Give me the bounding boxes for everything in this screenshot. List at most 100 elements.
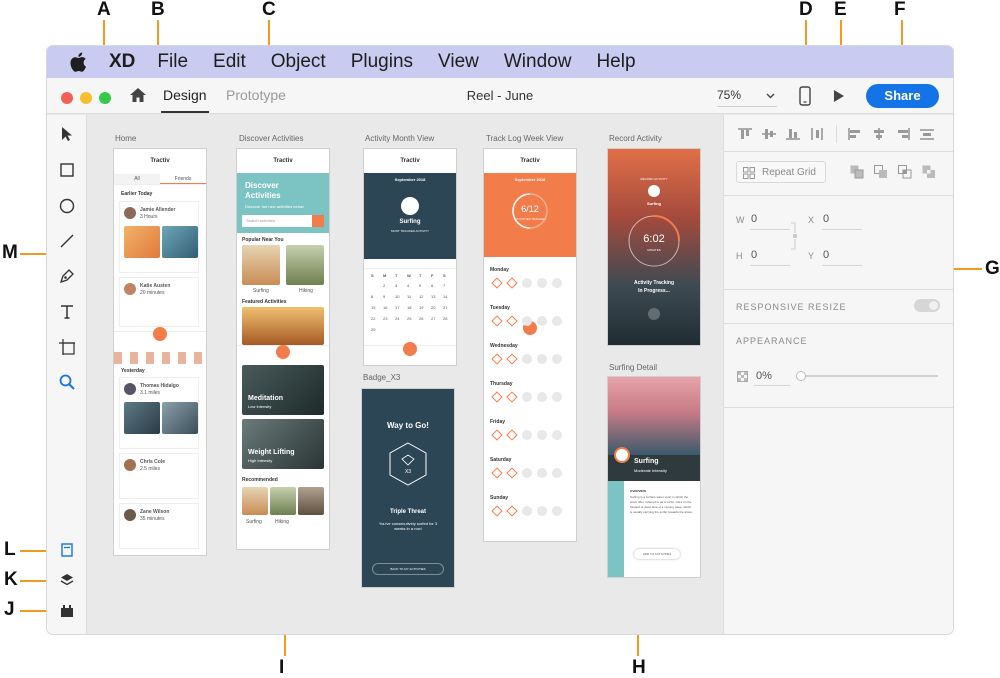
- month-date-cell[interactable]: 26: [419, 316, 423, 321]
- week-empty-slot[interactable]: [522, 392, 532, 402]
- month-fab[interactable]: [403, 342, 417, 356]
- month-date-cell[interactable]: 7: [443, 283, 445, 288]
- exclude-icon[interactable]: [922, 165, 936, 179]
- align-center-icon[interactable]: [872, 128, 886, 140]
- week-empty-slot[interactable]: [537, 316, 547, 326]
- week-empty-slot[interactable]: [552, 278, 562, 288]
- week-activity-diamond[interactable]: [506, 353, 518, 365]
- week-activity-diamond[interactable]: [506, 467, 518, 479]
- close-window-button[interactable]: [61, 92, 73, 104]
- plugins-panel-button[interactable]: [56, 600, 78, 622]
- artboard-detail[interactable]: Surfing Moderate Intensity OVERVIEW Surf…: [608, 377, 700, 577]
- week-activity-diamond[interactable]: [491, 277, 503, 289]
- month-date-cell[interactable]: 28: [443, 316, 447, 321]
- week-empty-slot[interactable]: [522, 278, 532, 288]
- add-icon[interactable]: [850, 165, 864, 179]
- week-empty-slot[interactable]: [537, 278, 547, 288]
- home-post-1[interactable]: Jamie Allender 3 Hours: [119, 201, 199, 273]
- discover-search[interactable]: Search activities: [242, 215, 324, 227]
- align-right-icon[interactable]: [896, 128, 910, 140]
- intersect-icon[interactable]: [898, 165, 912, 179]
- month-date-cell[interactable]: 29: [371, 327, 375, 332]
- home-icon[interactable]: [129, 87, 147, 103]
- apple-icon[interactable]: [69, 52, 87, 72]
- month-date-cell[interactable]: 10: [395, 294, 399, 299]
- week-activity-diamond[interactable]: [506, 429, 518, 441]
- month-date-cell[interactable]: 15: [371, 305, 375, 310]
- month-date-cell[interactable]: 12: [419, 294, 423, 299]
- artboard-record[interactable]: RECORD ACTIVITY Surfing 6:02 MINUTES Act…: [608, 149, 700, 345]
- week-activity-diamond[interactable]: [506, 391, 518, 403]
- week-empty-slot[interactable]: [552, 506, 562, 516]
- month-date-cell[interactable]: 14: [443, 294, 447, 299]
- detail-add-button[interactable]: ADD TO ACTIVITIES: [634, 549, 680, 559]
- home-post-4[interactable]: Chris Cole 2.5 miles: [119, 453, 199, 499]
- home-tab-all[interactable]: All: [114, 174, 160, 184]
- month-date-cell[interactable]: 27: [431, 316, 435, 321]
- pen-tool[interactable]: [56, 265, 78, 287]
- week-empty-slot[interactable]: [522, 506, 532, 516]
- month-date-cell[interactable]: 25: [407, 316, 411, 321]
- canvas[interactable]: Home Tractiv All Friends Earlier Today J…: [87, 115, 723, 634]
- width-value[interactable]: 0: [751, 213, 757, 225]
- month-date-cell[interactable]: 4: [407, 283, 409, 288]
- month-date-cell[interactable]: 20: [431, 305, 435, 310]
- month-date-cell[interactable]: 16: [383, 305, 387, 310]
- month-date-cell[interactable]: 3: [395, 283, 397, 288]
- month-date-cell[interactable]: 13: [431, 294, 435, 299]
- menu-window[interactable]: Window: [504, 51, 572, 73]
- rectangle-tool[interactable]: [56, 159, 78, 181]
- week-activity-diamond[interactable]: [491, 315, 503, 327]
- align-top-icon[interactable]: [738, 128, 752, 140]
- week-empty-slot[interactable]: [522, 354, 532, 364]
- month-date-cell[interactable]: 22: [371, 316, 375, 321]
- week-empty-slot[interactable]: [522, 468, 532, 478]
- week-activity-diamond[interactable]: [506, 277, 518, 289]
- week-empty-slot[interactable]: [522, 316, 532, 326]
- week-empty-slot[interactable]: [552, 468, 562, 478]
- week-activity-diamond[interactable]: [491, 505, 503, 517]
- week-empty-slot[interactable]: [552, 354, 562, 364]
- align-middle-icon[interactable]: [762, 128, 776, 140]
- artboard-month[interactable]: Tractiv September 2018 Surfing MOST TRAC…: [364, 149, 456, 365]
- line-tool[interactable]: [56, 230, 78, 252]
- opacity-value[interactable]: 0%: [756, 370, 772, 382]
- month-date-cell[interactable]: 6: [431, 283, 433, 288]
- repeat-grid-button[interactable]: Repeat Grid: [736, 161, 826, 183]
- week-activity-diamond[interactable]: [506, 505, 518, 517]
- week-empty-slot[interactable]: [552, 316, 562, 326]
- menu-help[interactable]: Help: [596, 51, 635, 73]
- week-activity-diamond[interactable]: [491, 391, 503, 403]
- distribute-horizontal-icon[interactable]: [920, 128, 934, 140]
- month-date-cell[interactable]: 17: [395, 305, 399, 310]
- week-empty-slot[interactable]: [552, 392, 562, 402]
- play-icon[interactable]: [833, 89, 845, 103]
- home-fab[interactable]: [153, 327, 167, 341]
- week-empty-slot[interactable]: [537, 506, 547, 516]
- week-activity-diamond[interactable]: [506, 315, 518, 327]
- week-activity-diamond[interactable]: [491, 429, 503, 441]
- artboard-tool[interactable]: [56, 336, 78, 358]
- month-date-cell[interactable]: 9: [383, 294, 385, 299]
- minimize-window-button[interactable]: [80, 92, 92, 104]
- share-button[interactable]: Share: [866, 84, 939, 108]
- height-value[interactable]: 0: [751, 249, 757, 261]
- month-date-cell[interactable]: 11: [407, 294, 411, 299]
- month-date-cell[interactable]: 18: [407, 305, 411, 310]
- month-date-cell[interactable]: 8: [371, 294, 373, 299]
- artboard-week[interactable]: Tractiv September 2018 6/12 ACTIVITIES T…: [484, 149, 576, 541]
- home-post-5[interactable]: Zane Wilson 35 minutes: [119, 503, 199, 549]
- zoom-tool[interactable]: [56, 371, 78, 393]
- month-date-cell[interactable]: 19: [419, 305, 423, 310]
- menu-object[interactable]: Object: [271, 51, 326, 73]
- maximize-window-button[interactable]: [99, 92, 111, 104]
- week-empty-slot[interactable]: [537, 468, 547, 478]
- week-empty-slot[interactable]: [522, 430, 532, 440]
- home-tab-friends[interactable]: Friends: [160, 174, 206, 184]
- artboard-badge[interactable]: Way to Go! X3 Triple Threat You've conse…: [362, 389, 454, 587]
- discover-hiking-card[interactable]: [286, 245, 324, 285]
- chevron-down-icon[interactable]: [766, 93, 775, 99]
- menu-edit[interactable]: Edit: [213, 51, 246, 73]
- menu-plugins[interactable]: Plugins: [351, 51, 413, 73]
- device-preview-icon[interactable]: [799, 86, 811, 106]
